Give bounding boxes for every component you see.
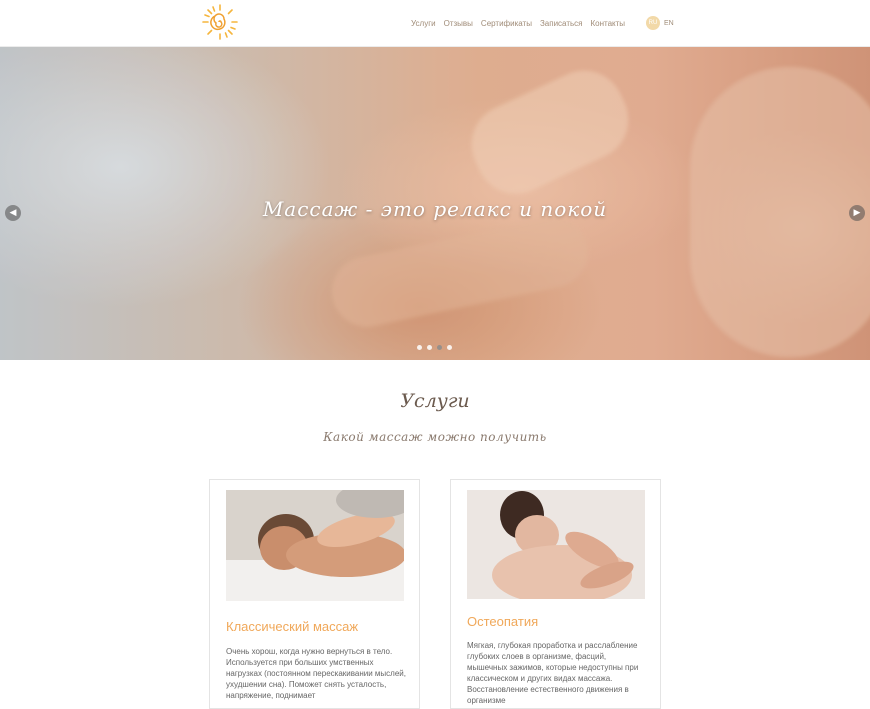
nav-item-contacts[interactable]: Контакты (591, 19, 626, 28)
language-switcher: RU EN (646, 16, 674, 30)
hero-title: Массаж - это релакс и покой (262, 197, 608, 221)
slider-dots (417, 345, 452, 350)
service-card-title[interactable]: Классический массаж (226, 619, 358, 634)
service-card-title[interactable]: Остеопатия (467, 614, 538, 629)
lang-ru-button[interactable]: RU (646, 16, 660, 30)
services-heading: Услуги (400, 390, 470, 412)
main-nav: Услуги Отзывы Сертификаты Записаться Кон… (411, 19, 625, 28)
lang-en-button[interactable]: EN (664, 20, 674, 27)
slider-dot[interactable] (417, 345, 422, 350)
sun-logo-icon[interactable] (200, 3, 240, 41)
nav-item-booking[interactable]: Записаться (540, 19, 583, 28)
services-subheading: Какой массаж можно получить (323, 430, 547, 444)
slider-prev-arrow-icon[interactable]: ◀ (5, 205, 21, 221)
slider-dot-active[interactable] (437, 345, 442, 350)
hero-slider: Массаж - это релакс и покой ◀ ▶ (0, 47, 870, 360)
slider-next-arrow-icon[interactable]: ▶ (849, 205, 865, 221)
service-card-text: Очень хорош, когда нужно вернуться в тел… (226, 647, 406, 700)
nav-item-services[interactable]: Услуги (411, 19, 436, 28)
service-card-osteopathy[interactable]: Остеопатия Мягкая, глубокая проработка и… (450, 479, 661, 709)
service-card-classic[interactable]: Классический массаж Очень хорош, когда н… (209, 479, 420, 709)
slider-dot[interactable] (427, 345, 432, 350)
service-card-text: Мягкая, глубокая проработка и расслаблен… (467, 641, 639, 705)
service-card-photo (226, 490, 404, 601)
nav-item-certificates[interactable]: Сертификаты (481, 19, 532, 28)
slider-dot[interactable] (447, 345, 452, 350)
nav-item-reviews[interactable]: Отзывы (444, 19, 473, 28)
site-header: Услуги Отзывы Сертификаты Записаться Кон… (0, 0, 870, 47)
service-card-photo (467, 490, 645, 599)
